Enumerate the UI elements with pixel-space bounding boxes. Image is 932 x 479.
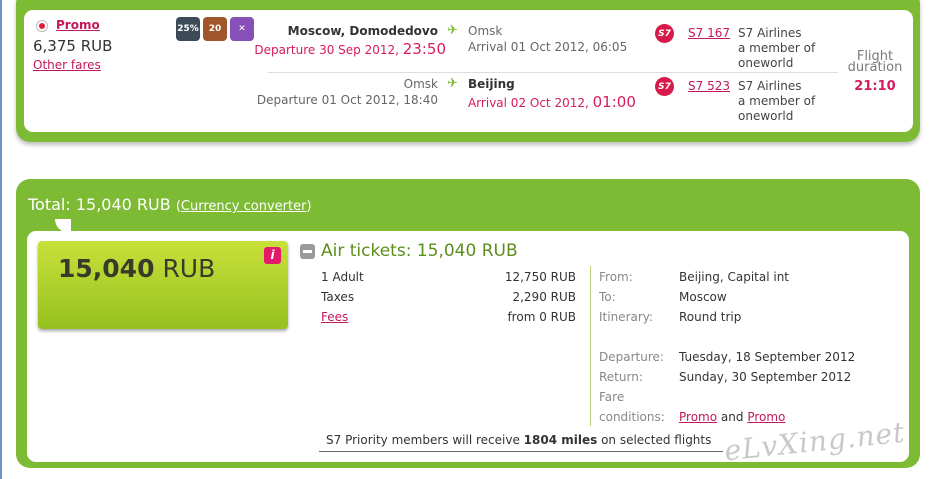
fare-conditions-label: conditions:: [599, 410, 665, 424]
plane-arrow-icon: ✈: [447, 23, 458, 38]
itinerary-label: Itinerary:: [599, 310, 654, 324]
total-header: Total: 15,040 RUB (Currency converter): [28, 195, 312, 214]
no-refund-icon[interactable]: ✕: [230, 17, 254, 41]
baggage-20kg-icon[interactable]: 20: [203, 17, 227, 41]
fare-conditions-link-return[interactable]: Promo: [747, 410, 785, 424]
left-border: [0, 0, 2, 479]
duration-label: Flight duration: [847, 49, 903, 75]
fees-link[interactable]: Fees: [321, 310, 348, 324]
segment-2-arrival: Arrival 02 Oct 2012, 01:00: [468, 93, 636, 111]
fare-name-link[interactable]: Promo: [56, 18, 100, 32]
fare-row-amount: 2,290 RUB: [512, 290, 576, 304]
segment-1-departure: Departure 30 Sep 2012, 23:50: [254, 40, 446, 58]
return-value: Sunday, 30 September 2012: [679, 370, 852, 384]
to-value: Moscow: [679, 290, 727, 304]
segment-1-flight-link[interactable]: S7 167: [688, 26, 730, 40]
segment-1-airline: S7 Airlines a member of oneworld: [738, 26, 816, 70]
info-icon[interactable]: i: [264, 247, 281, 264]
s7-logo-icon: S7: [655, 24, 674, 43]
page: Promo 6,375 RUB Other fares 25% 20 ✕ Mos…: [0, 0, 932, 479]
segment-2-from: Omsk: [403, 77, 438, 91]
duration-value: 21:10: [854, 79, 896, 94]
segment-2-departure: Departure 01 Oct 2012, 18:40: [256, 93, 438, 107]
departure-label: Departure:: [599, 350, 664, 364]
miles-underline: [319, 451, 723, 452]
fare-conditions-label: Fare: [599, 390, 625, 404]
fare-price: 6,375 RUB: [33, 37, 113, 55]
fare-row-label: Taxes: [321, 290, 355, 304]
itinerary-value: Round trip: [679, 310, 742, 324]
discount-25-icon[interactable]: 25%: [176, 17, 200, 41]
fare-radio[interactable]: [36, 20, 48, 32]
fare-row-amount: from 0 RUB: [507, 310, 576, 324]
s7-logo-icon: S7: [655, 77, 674, 96]
from-label: From:: [599, 270, 633, 284]
other-fares-link[interactable]: Other fares: [33, 58, 101, 72]
segment-1-from: Moscow, Domodedovo: [287, 24, 438, 38]
segment-2-airline: S7 Airlines a member of oneworld: [738, 79, 816, 123]
collapse-icon[interactable]: [300, 244, 315, 259]
segment-1-arrival: Arrival 01 Oct 2012, 06:05: [468, 40, 628, 54]
column-divider: [590, 266, 591, 426]
fare-row-amount: 12,750 RUB: [504, 270, 576, 284]
fare-row-label: 1 Adult: [321, 270, 364, 284]
miles-note: S7 Priority members will receive 1804 mi…: [326, 433, 712, 447]
segment-2-flight-link[interactable]: S7 523: [688, 79, 730, 93]
fare-conditions-value: Promo and Promo: [679, 410, 786, 424]
segment-1-to: Omsk: [468, 24, 503, 38]
fare-conditions-link-outbound[interactable]: Promo: [679, 410, 717, 424]
total-price: 15,040 RUB: [58, 254, 216, 283]
segment-divider: [268, 72, 838, 73]
from-value: Beijing, Capital int: [679, 270, 790, 284]
plane-arrow-icon: ✈: [447, 76, 458, 91]
to-label: To:: [599, 290, 616, 304]
currency-converter-link[interactable]: Currency converter: [181, 199, 307, 214]
departure-value: Tuesday, 18 September 2012: [679, 350, 856, 364]
air-tickets-title: Air tickets: 15,040 RUB: [321, 241, 518, 261]
return-label: Return:: [599, 370, 643, 384]
segment-2-to: Beijing: [468, 77, 515, 91]
